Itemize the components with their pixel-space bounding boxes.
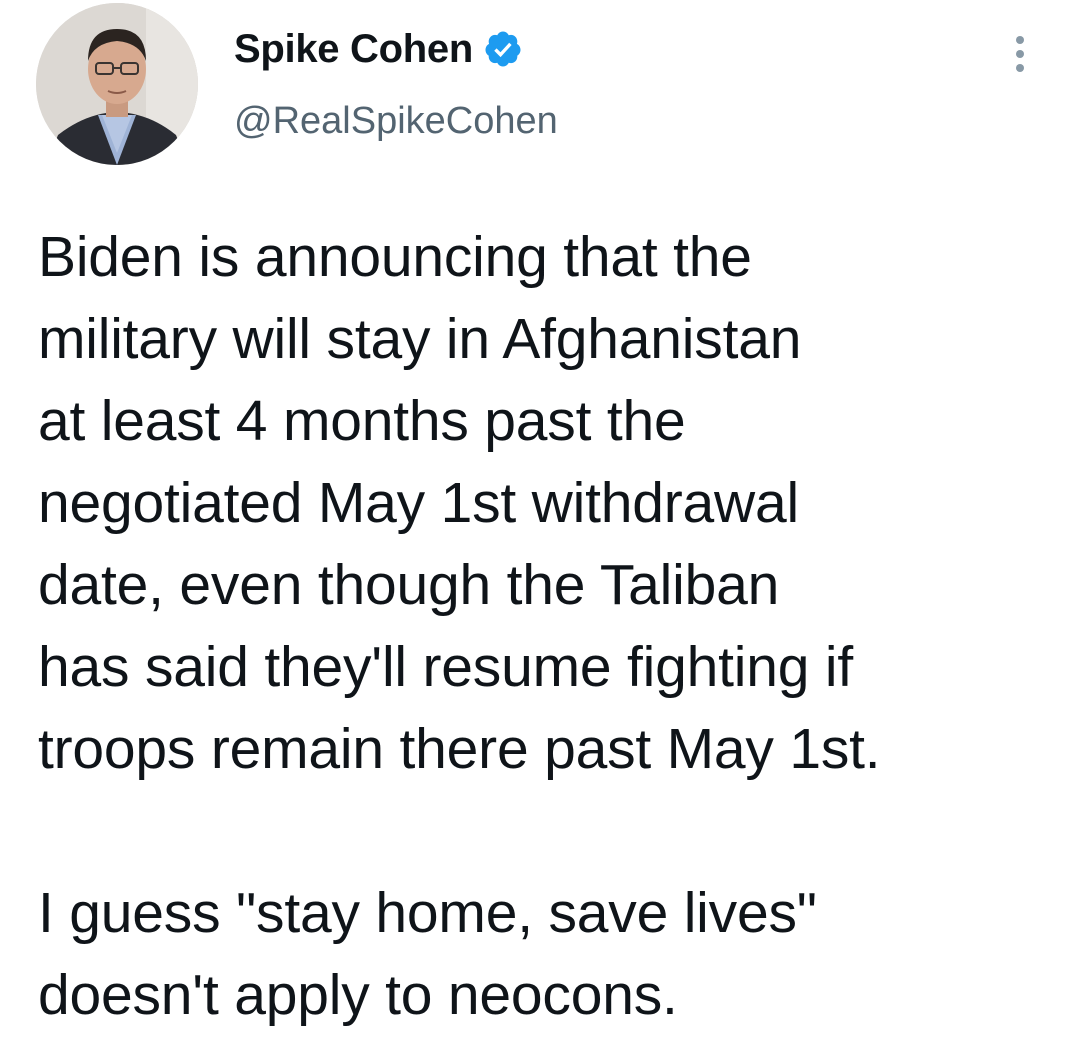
- author-handle[interactable]: @RealSpikeCohen: [234, 100, 558, 143]
- tweet-text: Biden is announcing that the military wi…: [38, 225, 881, 1027]
- author-row: Spike Cohen: [234, 24, 523, 74]
- avatar-photo: [36, 3, 198, 165]
- display-name[interactable]: Spike Cohen: [234, 27, 473, 72]
- more-options-icon[interactable]: [1008, 34, 1032, 74]
- avatar[interactable]: [36, 3, 198, 165]
- tweet-card: Spike Cohen @RealSpikeCohen Biden is ann…: [0, 0, 1080, 1051]
- verified-badge-icon: [485, 31, 521, 67]
